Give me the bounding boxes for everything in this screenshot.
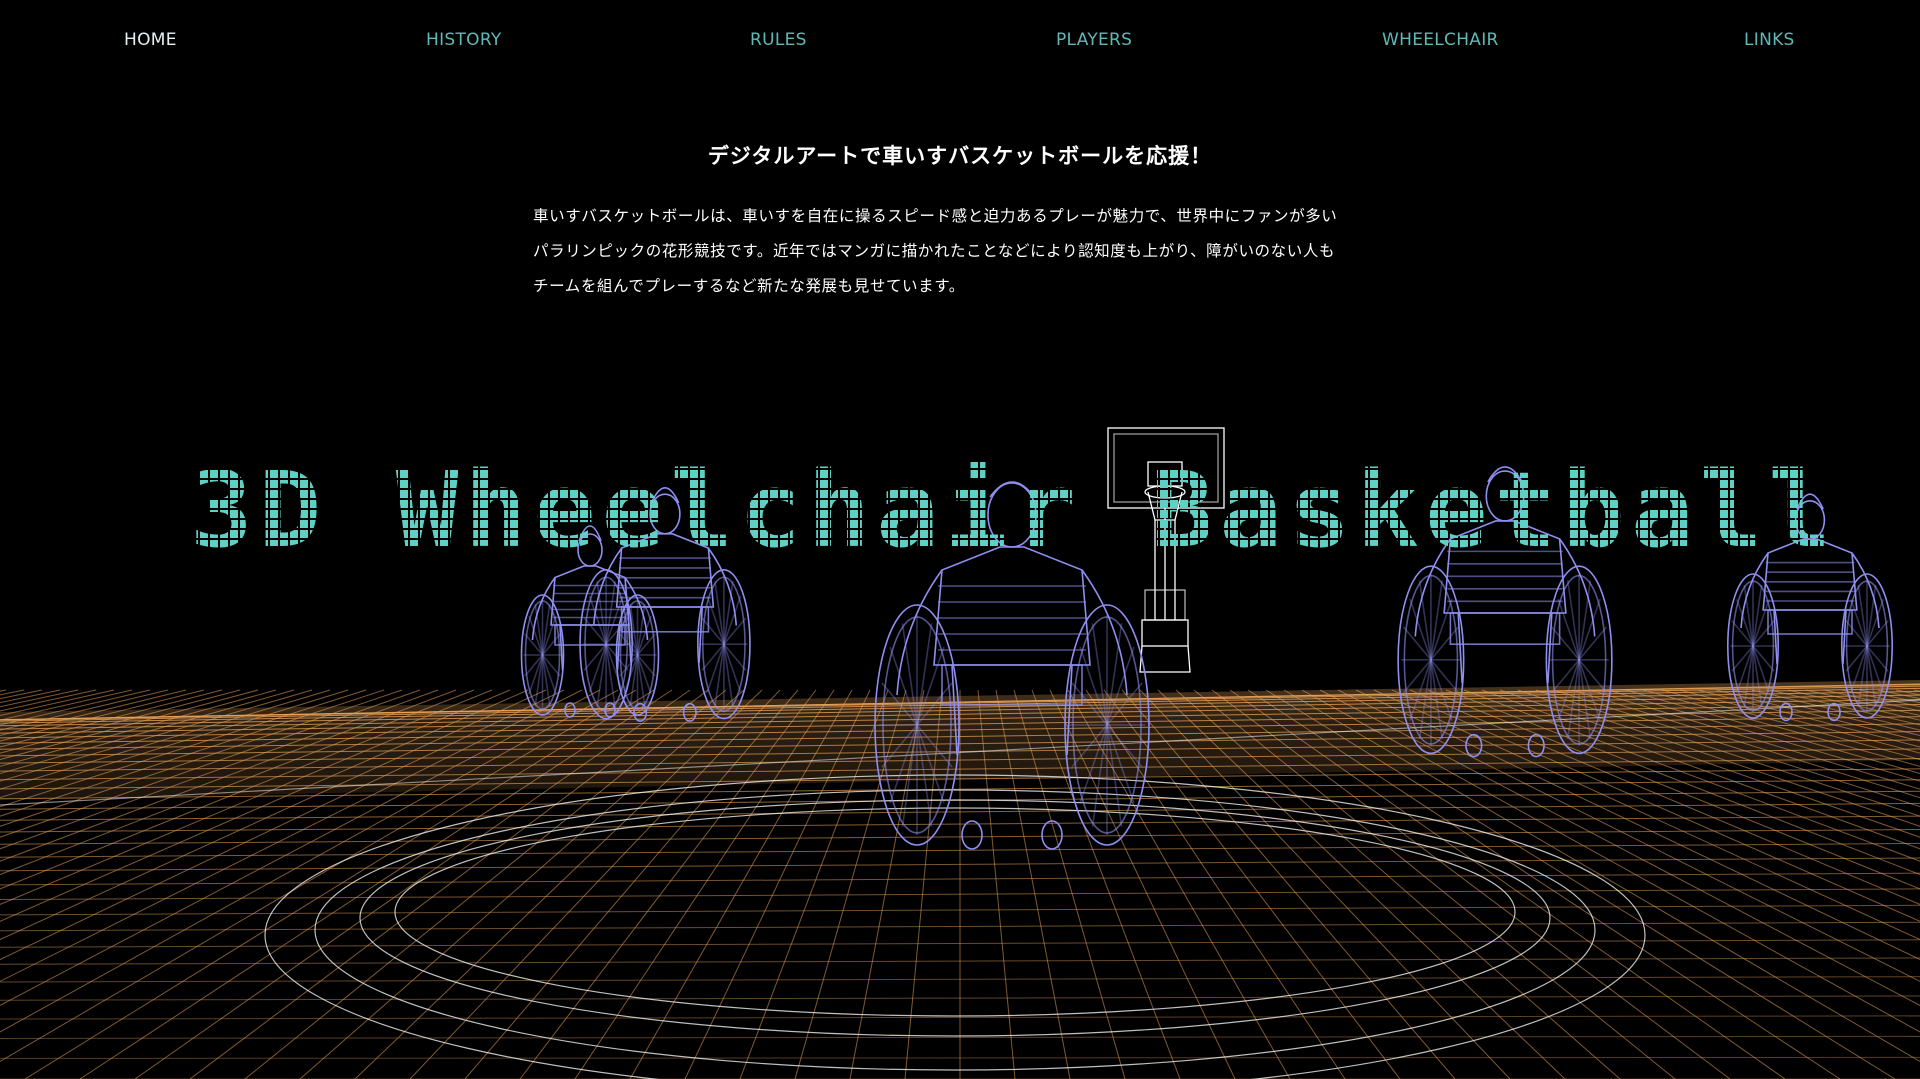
intro-body: 車いすバスケットボールは、車いすを自在に操るスピード感と迫力あるプレーが魅力で、… bbox=[533, 199, 1393, 304]
court-floor bbox=[0, 680, 1920, 1079]
intro-line: パラリンピックの花形競技です。近年ではマンガに描かれたことなどにより認知度も上が… bbox=[533, 242, 1336, 260]
main-nav: HOME HISTORY RULES PLAYERS WHEELCHAIR LI… bbox=[0, 30, 1920, 60]
intro-line: 車いすバスケットボールは、車いすを自在に操るスピード感と迫力あるプレーが魅力で、… bbox=[533, 207, 1338, 225]
nav-links[interactable]: LINKS bbox=[1744, 30, 1795, 50]
nav-wheelchair[interactable]: WHEELCHAIR bbox=[1382, 30, 1499, 50]
nav-history[interactable]: HISTORY bbox=[426, 30, 502, 50]
intro-title: デジタルアートで車いすバスケットボールを応援！ bbox=[707, 144, 1213, 168]
nav-rules[interactable]: RULES bbox=[750, 30, 807, 50]
hero-title: 3D Wheelchair Basketball bbox=[190, 449, 1837, 571]
nav-players[interactable]: PLAYERS bbox=[1056, 30, 1132, 50]
intro-line: チームを組んでプレーするなど新たな発展も見せています。 bbox=[533, 277, 965, 295]
page: HOME HISTORY RULES PLAYERS WHEELCHAIR LI… bbox=[0, 0, 1920, 1079]
nav-home[interactable]: HOME bbox=[124, 30, 177, 50]
